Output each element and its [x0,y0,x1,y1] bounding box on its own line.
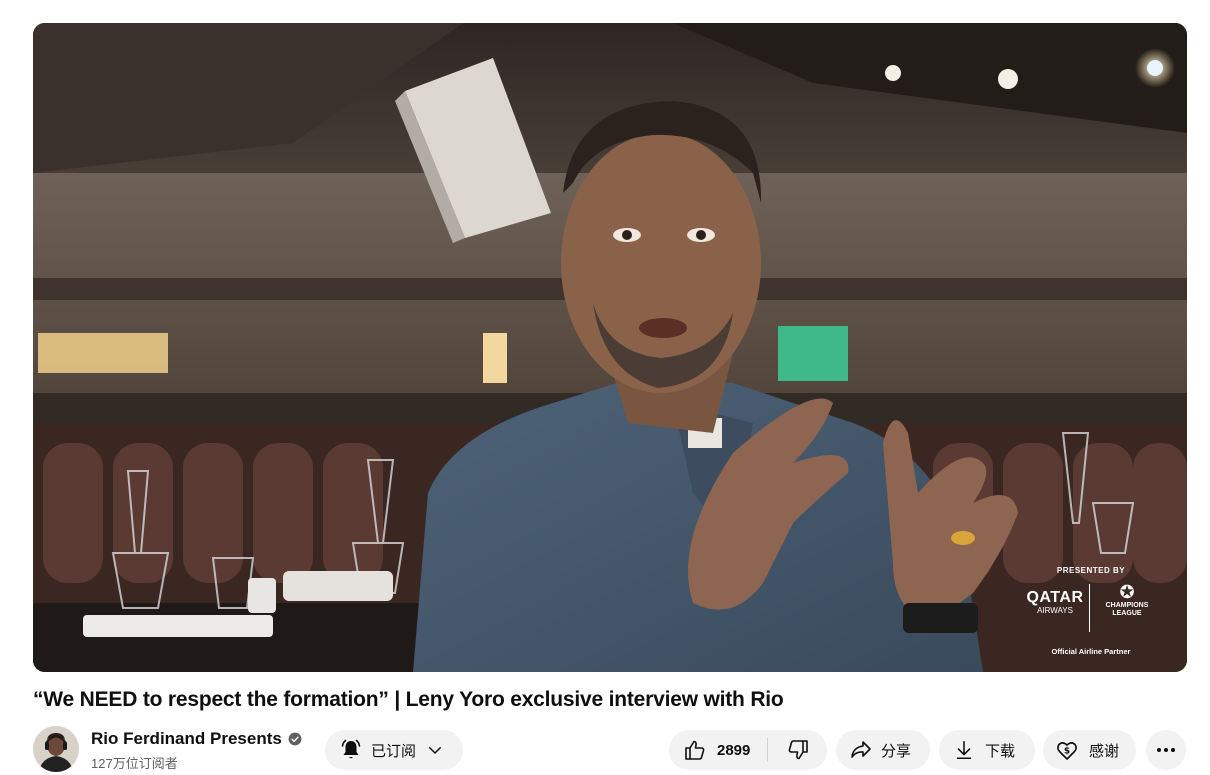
subscribed-label: 已订阅 [371,742,417,760]
like-button[interactable]: 2899 [669,730,767,770]
thumbs-up-icon [685,740,705,760]
sponsor-divider [1089,584,1090,632]
thanks-heart-dollar-icon: $ [1057,742,1077,760]
bell-icon [341,739,361,759]
starball-icon: ✪ [1119,582,1135,602]
like-dislike-group: 2899 [669,730,827,770]
svg-text:$: $ [1064,747,1070,757]
download-icon [956,740,972,760]
thanks-label: 感谢 [1089,742,1120,760]
dislike-button[interactable] [768,730,827,770]
sponsor-overlay: PRESENTED BY QATAR AIRWAYS ✪ CHAMPIONS L… [1021,566,1161,656]
channel-name-text[interactable]: Rio Ferdinand Presents [91,729,282,749]
champions-league-logo: ✪ CHAMPIONS LEAGUE [1093,582,1161,618]
video-player[interactable]: PRESENTED BY QATAR AIRWAYS ✪ CHAMPIONS L… [33,23,1187,672]
thanks-button[interactable]: $ 感谢 [1043,730,1136,770]
video-title: “We NEED to respect the formation” | Len… [33,688,784,711]
more-actions-button[interactable] [1146,730,1186,770]
share-label: 分享 [881,742,912,760]
verified-check-icon [288,732,302,746]
more-horizontal-icon [1157,748,1175,752]
sponsor-presented-by: PRESENTED BY [1056,566,1126,575]
thumbs-down-icon [788,740,808,760]
like-count: 2899 [717,741,751,759]
download-label: 下载 [985,742,1016,760]
channel-name[interactable]: Rio Ferdinand Presents [91,729,302,749]
share-arrow-icon [851,741,871,758]
qatar-airways-logo: QATAR AIRWAYS [1026,589,1084,616]
subscribed-button[interactable]: 已订阅 [325,730,463,770]
subscriber-count: 127万位订阅者 [91,756,178,771]
download-button[interactable]: 下载 [939,730,1035,770]
sponsor-official-text: Official Airline Partner [1051,647,1131,656]
share-button[interactable]: 分享 [836,730,930,770]
video-frame [33,23,1187,672]
channel-avatar[interactable] [33,726,79,772]
chevron-down-icon [429,747,442,754]
